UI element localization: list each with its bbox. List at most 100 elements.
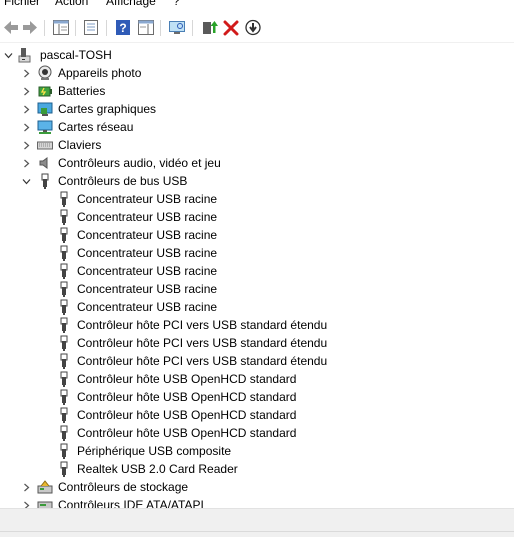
chevron-right-icon[interactable] [20,64,32,82]
usb-device-item[interactable]: Contrôleur hôte USB OpenHCD standard [0,424,514,442]
tree-category-label: Appareils photo [58,66,142,80]
tree-category[interactable]: Batteries [0,82,514,100]
tree-category[interactable]: Contrôleurs de bus USB [0,172,514,190]
toolbar-separator [44,20,45,36]
tree-category-label: Contrôleurs de stockage [58,480,189,494]
action-pane-icon[interactable] [137,19,155,36]
usb-device-item[interactable]: Contrôleur hôte USB OpenHCD standard [0,370,514,388]
disable-device-icon[interactable] [244,19,262,36]
usb-plug-icon [56,407,72,423]
usb-device-item[interactable]: Concentrateur USB racine [0,208,514,226]
tree-category[interactable]: Contrôleurs de stockage [0,478,514,496]
menu-bar: Fichier Action Affichage ? [0,0,514,10]
chevron-right-icon[interactable] [20,154,32,172]
usb-device-label: Contrôleur hôte USB OpenHCD standard [77,390,297,404]
tree-root-label: pascal-TOSH [40,48,112,62]
usb-device-item[interactable]: Contrôleur hôte PCI vers USB standard ét… [0,334,514,352]
usb-device-label: Contrôleur hôte USB OpenHCD standard [77,426,297,440]
tree-category[interactable]: Claviers [0,136,514,154]
network-adapter-icon [37,119,53,135]
usb-device-label: Concentrateur USB racine [77,282,218,296]
menu-help[interactable]: ? [173,0,180,8]
chevron-down-icon[interactable] [20,172,32,190]
chevron-down-icon[interactable] [2,46,14,64]
menu-action[interactable]: Action [55,0,88,8]
usb-device-item[interactable]: Concentrateur USB racine [0,298,514,316]
menu-affichage[interactable]: Affichage [106,0,156,8]
usb-device-item[interactable]: Concentrateur USB racine [0,244,514,262]
tree-category-label: Cartes graphiques [58,102,157,116]
tree-category-label: Contrôleurs audio, vidéo et jeu [58,156,221,170]
toolbar-divider [0,42,514,43]
toolbar-separator [192,20,193,36]
usb-plug-icon [56,335,72,351]
tree-category[interactable]: Contrôleurs audio, vidéo et jeu [0,154,514,172]
tree-root[interactable]: pascal-TOSH [0,46,514,64]
usb-plug-icon [56,299,72,315]
toolbar: ? [0,12,514,42]
tree-category[interactable]: Cartes réseau [0,118,514,136]
tree-category-label: Contrôleurs de bus USB [58,174,188,188]
tree-category[interactable]: Contrôleurs IDE ATA/ATAPI [0,496,514,508]
usb-plug-icon [56,281,72,297]
usb-device-label: Contrôleur hôte PCI vers USB standard ét… [77,354,328,368]
device-tree: pascal-TOSH Appareils photo Batteries Ca… [0,44,514,508]
usb-device-label: Contrôleur hôte USB OpenHCD standard [77,372,297,386]
computer-icon [17,47,33,63]
status-divider [0,531,514,532]
usb-device-item[interactable]: Périphérique USB composite [0,442,514,460]
usb-device-item[interactable]: Contrôleur hôte PCI vers USB standard ét… [0,352,514,370]
usb-plug-icon [56,263,72,279]
usb-device-label: Concentrateur USB racine [77,228,218,242]
chevron-right-icon[interactable] [20,136,32,154]
menu-fichier[interactable]: Fichier [4,0,40,8]
usb-device-item[interactable]: Concentrateur USB racine [0,226,514,244]
tree-category-label: Batteries [58,84,106,98]
horizontal-scrollbar[interactable] [0,508,514,537]
usb-device-item[interactable]: Contrôleur hôte USB OpenHCD standard [0,406,514,424]
ide-controller-icon [37,497,53,508]
usb-device-label: Contrôleur hôte PCI vers USB standard ét… [77,336,328,350]
usb-device-item[interactable]: Concentrateur USB racine [0,262,514,280]
chevron-right-icon[interactable] [20,496,32,508]
usb-device-item[interactable]: Contrôleur hôte PCI vers USB standard ét… [0,316,514,334]
back-arrow-icon[interactable] [2,19,20,36]
usb-device-label: Concentrateur USB racine [77,264,218,278]
uninstall-device-icon[interactable] [222,19,240,36]
properties-icon[interactable] [82,19,100,36]
tree-category[interactable]: Cartes graphiques [0,100,514,118]
usb-plug-icon [56,191,72,207]
camera-icon [37,65,53,81]
scan-hardware-icon[interactable] [168,19,186,36]
console-tree-icon[interactable] [52,19,70,36]
usb-device-item[interactable]: Concentrateur USB racine [0,190,514,208]
usb-device-label: Concentrateur USB racine [77,246,218,260]
usb-plug-icon [56,317,72,333]
usb-device-item[interactable]: Contrôleur hôte USB OpenHCD standard [0,388,514,406]
chevron-right-icon[interactable] [20,478,32,496]
usb-device-label: Concentrateur USB racine [77,210,218,224]
usb-device-item[interactable]: Concentrateur USB racine [0,280,514,298]
usb-device-label: Concentrateur USB racine [77,300,218,314]
usb-plug-icon [56,371,72,387]
usb-plug-icon [56,425,72,441]
usb-device-label: Contrôleur hôte USB OpenHCD standard [77,408,297,422]
chevron-right-icon[interactable] [20,118,32,136]
chevron-right-icon[interactable] [20,82,32,100]
tree-category-label: Cartes réseau [58,120,134,134]
forward-arrow-icon[interactable] [21,19,39,36]
tree-category[interactable]: Appareils photo [0,64,514,82]
usb-device-label: Realtek USB 2.0 Card Reader [77,462,238,476]
usb-device-label: Concentrateur USB racine [77,192,218,206]
usb-plug-icon [56,227,72,243]
help-icon[interactable]: ? [114,19,132,36]
usb-plug-icon [56,389,72,405]
update-driver-icon[interactable] [200,19,218,36]
usb-device-label: Périphérique USB composite [77,444,232,458]
chevron-right-icon[interactable] [20,100,32,118]
toolbar-separator [160,20,161,36]
toolbar-separator [106,20,107,36]
usb-device-item[interactable]: Realtek USB 2.0 Card Reader [0,460,514,478]
usb-plug-icon [56,353,72,369]
svg-text:?: ? [119,21,126,35]
